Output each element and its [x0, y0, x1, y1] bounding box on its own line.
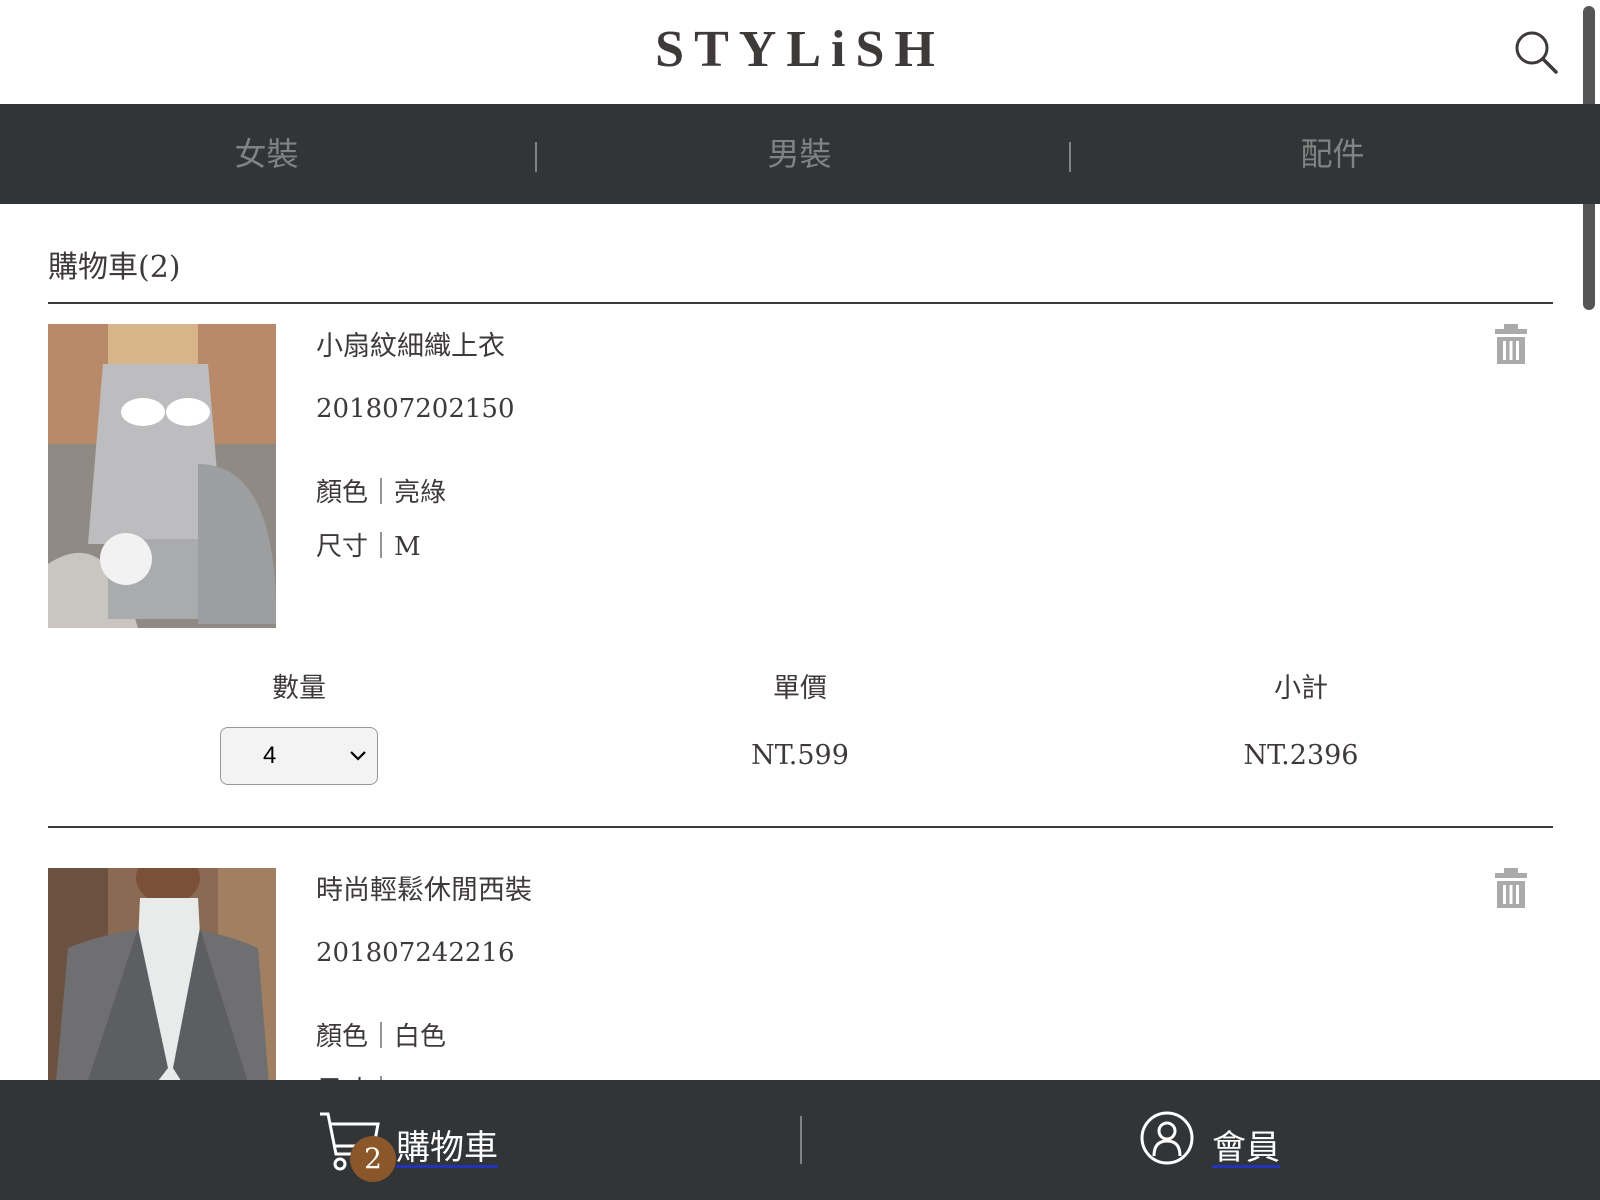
trash-icon[interactable]: [1494, 324, 1528, 364]
bottom-nav: 2 購物車 會員: [0, 1080, 1600, 1200]
category-women[interactable]: 女裝: [0, 104, 533, 204]
header: STYLiSH: [0, 0, 1600, 104]
product-size: 尺寸｜M: [316, 532, 421, 562]
unit-price-header: 單價: [773, 673, 827, 704]
product-name[interactable]: 小扇紋細織上衣: [316, 324, 505, 363]
bottom-nav-divider: [800, 1116, 802, 1164]
product-name[interactable]: 時尚輕鬆休閒西裝: [316, 868, 532, 907]
product-color: 顏色｜白色: [316, 1022, 447, 1052]
bottom-nav-cart[interactable]: 2 購物車: [318, 1080, 498, 1200]
product-color: 顏色｜亮綠: [316, 478, 447, 508]
subtotal-header: 小計: [1274, 673, 1328, 704]
subtotal: NT.2396: [1243, 740, 1359, 771]
product-id: 201807202150: [316, 394, 515, 424]
cart-count-badge: 2: [350, 1136, 396, 1182]
bottom-nav-member[interactable]: 會員: [1140, 1080, 1280, 1200]
unit-price: NT.599: [751, 740, 849, 771]
quantity-header: 數量: [272, 673, 326, 704]
item-divider: [48, 826, 1553, 828]
category-men[interactable]: 男裝: [533, 104, 1066, 204]
product-image[interactable]: [48, 324, 276, 628]
category-accessories[interactable]: 配件: [1066, 104, 1599, 204]
trash-icon[interactable]: [1494, 868, 1528, 908]
cart-title: 購物車(2): [48, 250, 181, 285]
category-nav: 女裝 男裝 配件: [0, 104, 1600, 204]
cart-divider: [48, 302, 1553, 304]
logo[interactable]: STYLiSH: [0, 20, 1600, 79]
search-icon[interactable]: [1512, 28, 1560, 76]
chevron-down-icon: [350, 751, 366, 761]
member-label: 會員: [1212, 1128, 1280, 1168]
quantity-select[interactable]: 4: [220, 727, 378, 785]
quantity-value: 4: [263, 742, 277, 769]
product-id: 201807242216: [316, 938, 515, 968]
cart-label: 購物車: [396, 1128, 498, 1168]
member-icon: [1140, 1111, 1194, 1165]
